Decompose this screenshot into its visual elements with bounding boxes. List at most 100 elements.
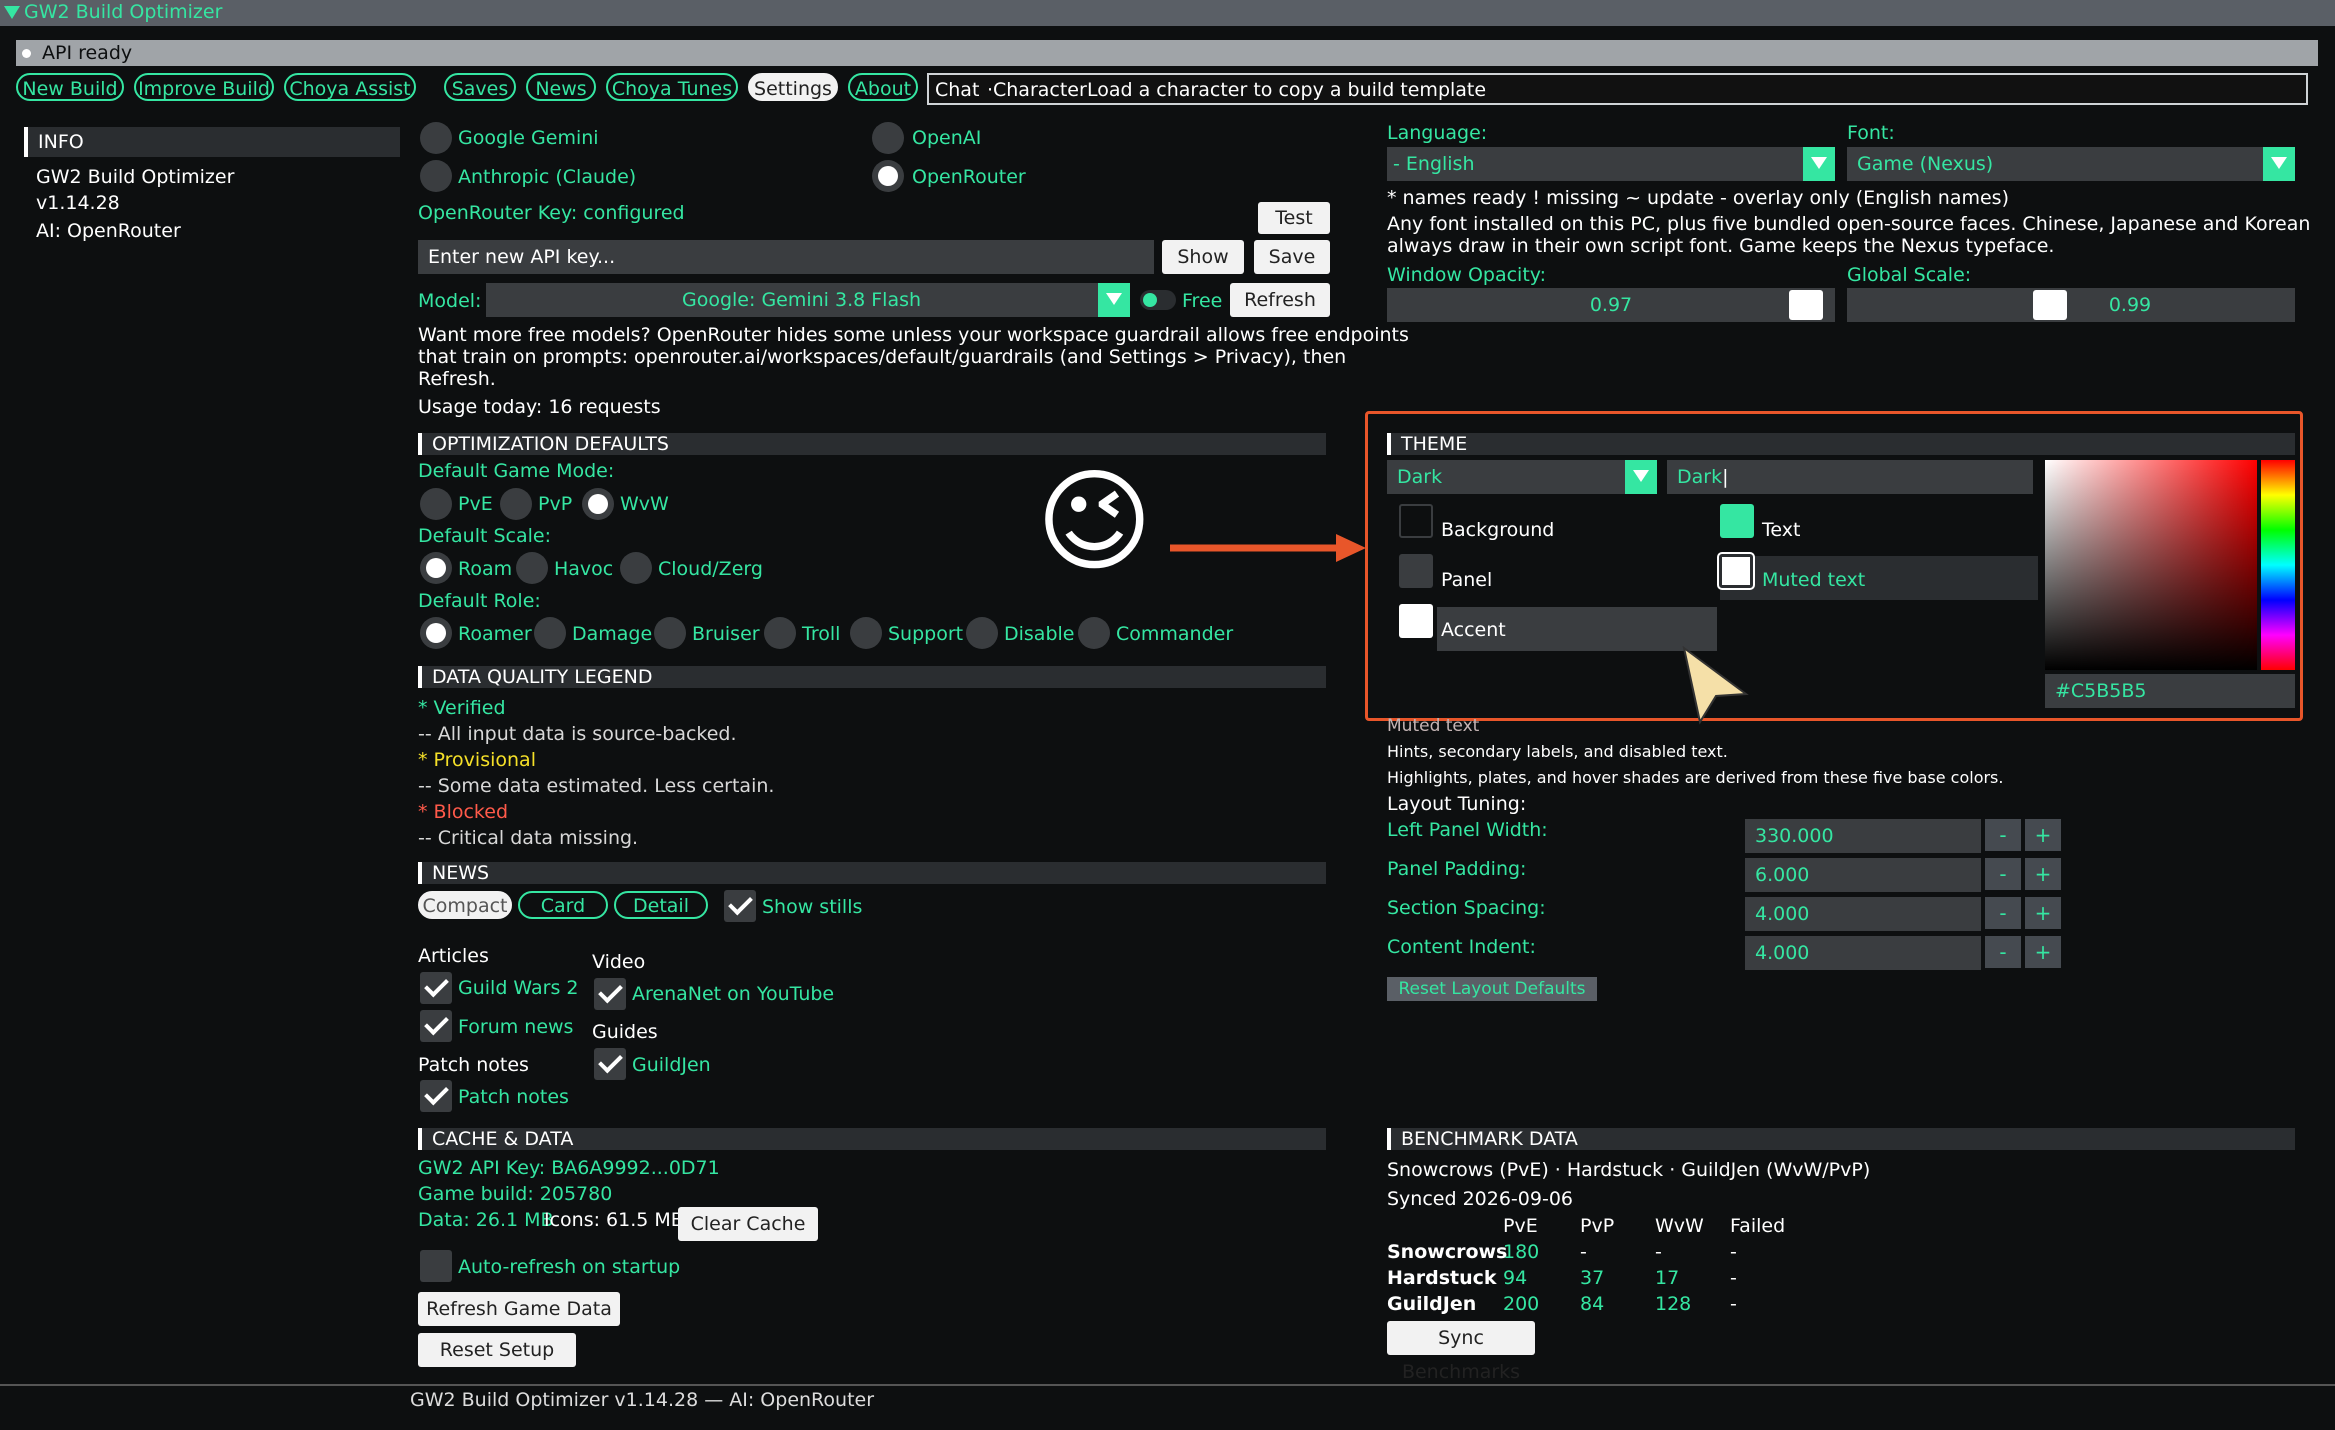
show-key-button[interactable]: Show (1162, 240, 1244, 274)
role-radio-damage[interactable] (534, 617, 566, 649)
dropdown-arrow-icon[interactable] (1625, 460, 1657, 494)
tab-new-build[interactable]: New Build (16, 73, 124, 101)
left-panel-width-increment[interactable]: + (2025, 819, 2061, 851)
provider-label-gemini[interactable]: Google Gemini (458, 127, 599, 149)
save-key-button[interactable]: Save (1254, 240, 1330, 274)
scale-radio-roam[interactable] (420, 552, 452, 584)
scale-radio-havoc[interactable] (516, 552, 548, 584)
provider-label-openrouter[interactable]: OpenRouter (912, 166, 1026, 188)
guildjen-checkbox[interactable] (594, 1048, 626, 1080)
free-toggle[interactable] (1140, 290, 1176, 310)
game-mode-radio-pvp[interactable] (500, 488, 532, 520)
section-spacing-decrement[interactable]: - (1985, 897, 2021, 929)
provider-radio-gemini[interactable] (420, 122, 452, 154)
auto-refresh-label[interactable]: Auto-refresh on startup (458, 1256, 680, 1278)
provider-radio-openrouter[interactable] (872, 160, 904, 192)
role-radio-roamer[interactable] (420, 617, 452, 649)
panel-padding-increment[interactable]: + (2025, 858, 2061, 890)
role-label-bruiser[interactable]: Bruiser (692, 623, 760, 645)
role-label-support[interactable]: Support (888, 623, 963, 645)
role-radio-support[interactable] (850, 617, 882, 649)
scale-label-roam[interactable]: Roam (458, 558, 512, 580)
theme-preset-dropdown[interactable]: Dark (1387, 460, 1657, 494)
scale-label-cloud[interactable]: Cloud/Zerg (658, 558, 763, 580)
game-mode-radio-wvw[interactable] (582, 488, 614, 520)
content-indent-input[interactable]: 4.000 (1745, 936, 1981, 970)
role-label-troll[interactable]: Troll (802, 623, 840, 645)
game-mode-label-pvp[interactable]: PvP (538, 493, 572, 515)
tab-about[interactable]: About (848, 73, 918, 101)
panel-padding-decrement[interactable]: - (1985, 858, 2021, 890)
role-radio-troll[interactable] (764, 617, 796, 649)
provider-label-claude[interactable]: Anthropic (Claude) (458, 166, 636, 188)
arenanet-youtube-label[interactable]: ArenaNet on YouTube (632, 983, 834, 1005)
left-panel-width-decrement[interactable]: - (1985, 819, 2021, 851)
game-mode-label-pve[interactable]: PvE (458, 493, 493, 515)
guild-wars-2-label[interactable]: Guild Wars 2 (458, 977, 578, 999)
panel-swatch[interactable] (1399, 554, 1433, 588)
language-dropdown[interactable]: - English (1387, 147, 1835, 181)
tab-news[interactable]: News (526, 73, 596, 101)
forum-news-checkbox[interactable] (420, 1010, 452, 1042)
color-picker-sv[interactable] (2045, 460, 2257, 670)
reset-layout-defaults-button[interactable]: Reset Layout Defaults (1387, 977, 1597, 1001)
character-label[interactable]: Character (993, 79, 1087, 101)
role-radio-commander[interactable] (1078, 617, 1110, 649)
test-button[interactable]: Test (1258, 202, 1330, 234)
theme-name-input[interactable]: Dark| (1667, 460, 2033, 494)
provider-radio-claude[interactable] (420, 160, 452, 192)
reset-setup-button[interactable]: Reset Setup (418, 1333, 576, 1367)
chat-bar[interactable]: Chat · Character Load a character to cop… (927, 73, 2308, 105)
show-stills-label[interactable]: Show stills (762, 896, 862, 918)
background-swatch[interactable] (1399, 504, 1433, 538)
section-spacing-input[interactable]: 4.000 (1745, 897, 1981, 931)
opacity-slider-knob[interactable] (1789, 290, 1823, 320)
model-dropdown[interactable]: Google: Gemini 3.8 Flash (486, 283, 1130, 317)
role-radio-disable[interactable] (966, 617, 998, 649)
opacity-slider[interactable]: 0.97 (1387, 288, 1835, 322)
role-label-damage[interactable]: Damage (572, 623, 652, 645)
sync-benchmarks-button[interactable]: Sync Benchmarks (1387, 1321, 1535, 1383)
show-stills-checkbox[interactable] (724, 890, 756, 922)
auto-refresh-checkbox[interactable] (420, 1250, 452, 1282)
dropdown-arrow-icon[interactable] (1803, 147, 1835, 181)
arenanet-youtube-checkbox[interactable] (594, 978, 626, 1010)
tab-settings[interactable]: Settings (748, 73, 838, 101)
content-indent-decrement[interactable]: - (1985, 936, 2021, 968)
global-scale-slider-knob[interactable] (2033, 290, 2067, 320)
refresh-models-button[interactable]: Refresh (1230, 283, 1330, 317)
scale-radio-cloud[interactable] (620, 552, 652, 584)
text-swatch[interactable] (1720, 504, 1754, 538)
game-mode-label-wvw[interactable]: WvW (620, 493, 669, 515)
news-view-detail[interactable]: Detail (614, 891, 708, 919)
news-view-compact[interactable]: Compact (418, 891, 512, 919)
scale-label-havoc[interactable]: Havoc (554, 558, 613, 580)
tab-improve-build[interactable]: Improve Build (134, 73, 274, 101)
hex-color-input[interactable]: #C5B5B5 (2045, 674, 2295, 708)
role-label-roamer[interactable]: Roamer (458, 623, 532, 645)
patch-notes-checkbox[interactable] (420, 1080, 452, 1112)
section-spacing-increment[interactable]: + (2025, 897, 2061, 929)
font-dropdown[interactable]: Game (Nexus) (1847, 147, 2295, 181)
chat-label[interactable]: Chat (935, 79, 979, 101)
tab-choya-assist[interactable]: Choya Assist (284, 73, 416, 101)
refresh-game-data-button[interactable]: Refresh Game Data (418, 1292, 620, 1326)
tab-choya-tunes[interactable]: Choya Tunes (606, 73, 738, 101)
role-radio-bruiser[interactable] (654, 617, 686, 649)
clear-cache-button[interactable]: Clear Cache (678, 1207, 818, 1241)
news-view-card[interactable]: Card (518, 891, 608, 919)
dropdown-arrow-icon[interactable] (2263, 147, 2295, 181)
guild-wars-2-checkbox[interactable] (420, 972, 452, 1004)
forum-news-label[interactable]: Forum news (458, 1016, 573, 1038)
accent-swatch[interactable] (1399, 604, 1433, 638)
role-label-commander[interactable]: Commander (1116, 623, 1233, 645)
panel-padding-input[interactable]: 6.000 (1745, 858, 1981, 892)
api-key-input[interactable]: Enter new API key... (418, 240, 1154, 274)
global-scale-slider[interactable]: 0.99 (1847, 288, 2295, 322)
muted-swatch[interactable] (1717, 552, 1755, 590)
game-mode-radio-pve[interactable] (420, 488, 452, 520)
dropdown-arrow-icon[interactable] (1098, 283, 1130, 317)
collapse-triangle-icon[interactable] (4, 6, 20, 19)
provider-radio-openai[interactable] (872, 122, 904, 154)
tab-saves[interactable]: Saves (444, 73, 516, 101)
